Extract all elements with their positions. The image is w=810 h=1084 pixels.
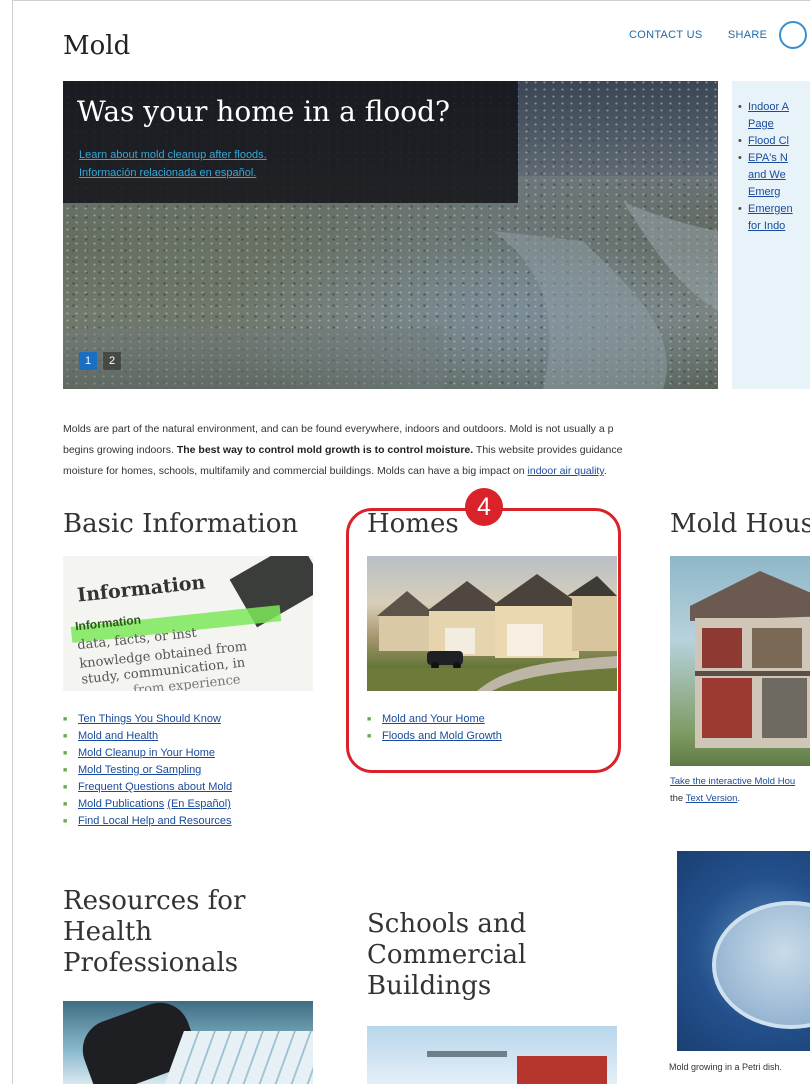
top-links: CONTACT US SHARE	[629, 21, 807, 49]
heading-line: Health	[63, 917, 153, 947]
mold-house-heading: Mold Hous	[670, 509, 810, 539]
related-link[interactable]: EPA's N and We Emerg	[738, 150, 808, 201]
related-link[interactable]: Indoor A Page	[738, 99, 808, 133]
list-item: Mold Cleanup in Your Home	[63, 745, 323, 762]
caption-text: the	[670, 793, 686, 804]
en-espanol-link[interactable]: (En Español)	[167, 798, 231, 810]
basic-information-heading: Basic Information	[63, 509, 299, 539]
share-icon[interactable]	[778, 21, 807, 49]
intro-line: begins growing indoors. The best way to …	[63, 440, 810, 461]
related-link[interactable]: Emergen for Indo	[738, 201, 808, 235]
heading-line: Professionals	[63, 948, 239, 978]
pager-button-1[interactable]: 1	[79, 352, 97, 370]
find-local-help-link[interactable]: Find Local Help and Resources	[78, 815, 231, 827]
list-item: Mold and Health	[63, 728, 323, 745]
heading-line: Buildings	[367, 971, 492, 1001]
list-item: Ten Things You Should Know	[63, 711, 323, 728]
petri-dish-image	[677, 851, 810, 1051]
caption-text: .	[737, 793, 741, 804]
carousel-pager: 12	[79, 351, 127, 370]
text-version-link[interactable]: Text Version	[686, 793, 738, 804]
share-link[interactable]: SHARE	[728, 29, 767, 41]
indoor-air-quality-link[interactable]: indoor air quality	[528, 465, 604, 477]
hero-caption-panel: Was your home in a flood? Learn about mo…	[63, 81, 518, 203]
intro-text: moisture for homes, schools, multifamily…	[63, 465, 528, 477]
mold-house-caption: Take the interactive Mold Hou the Text V…	[670, 776, 810, 804]
schools-heading: Schools and Commercial Buildings	[367, 909, 526, 1002]
related-links-box: Indoor A Page Flood Cl EPA's N and We Em…	[732, 81, 810, 389]
list-item: Mold Publications (En Español)	[63, 796, 323, 813]
petri-caption: Mold growing in a Petri dish.	[669, 1062, 783, 1072]
contact-us-link[interactable]: CONTACT US	[629, 29, 703, 41]
keyboard-keys	[162, 1031, 313, 1084]
intro-line: moisture for homes, schools, multifamily…	[63, 461, 810, 482]
caption-line: the Text Version.	[670, 793, 810, 804]
related-link[interactable]: Flood Cl	[738, 133, 808, 150]
highlight-callout	[346, 508, 621, 773]
heading-line: Commercial	[367, 940, 527, 970]
school-structure	[427, 1051, 507, 1057]
heading-line: Resources for	[63, 886, 246, 916]
mold-house-image	[670, 556, 810, 766]
mold-testing-link[interactable]: Mold Testing or Sampling	[78, 764, 201, 776]
petri-dish	[712, 901, 810, 1029]
hero-title: Was your home in a flood?	[77, 95, 451, 128]
mold-publications-link[interactable]: Mold Publications	[78, 798, 164, 810]
information-image: Information Information data, facts, or …	[63, 556, 313, 691]
intro-text: .	[603, 465, 607, 477]
mold-health-link[interactable]: Mold and Health	[78, 730, 158, 742]
related-links-list: Indoor A Page Flood Cl EPA's N and We Em…	[732, 99, 810, 235]
frequent-questions-link[interactable]: Frequent Questions about Mold	[78, 781, 232, 793]
intro-text: begins growing indoors.	[63, 444, 177, 456]
intro-paragraph: Molds are part of the natural environmen…	[63, 419, 810, 482]
information-image-word: Information	[76, 571, 207, 607]
mold-cleanup-link[interactable]: Mold Cleanup in Your Home	[78, 747, 215, 759]
step-badge: 4	[465, 488, 503, 526]
list-item: Find Local Help and Resources	[63, 813, 323, 830]
keyboard-image	[63, 1001, 313, 1084]
school-roof	[517, 1056, 607, 1084]
hero-link-spanish[interactable]: Información relacionada en español.	[79, 167, 256, 179]
school-building-image	[367, 1026, 617, 1084]
resources-heading: Resources for Health Professionals	[63, 886, 245, 979]
intro-line: Molds are part of the natural environmen…	[63, 423, 614, 435]
page-frame: Mold CONTACT US SHARE Was your home in a…	[12, 0, 810, 1084]
basic-information-links: Ten Things You Should Know Mold and Heal…	[63, 711, 323, 830]
intro-emphasis: The best way to control mold growth is t…	[176, 444, 474, 456]
pager-button-2[interactable]: 2	[103, 352, 121, 370]
hero-carousel: Was your home in a flood? Learn about mo…	[63, 81, 718, 389]
list-item: Frequent Questions about Mold	[63, 779, 323, 796]
hero-link-floods[interactable]: Learn about mold cleanup after floods.	[79, 149, 267, 161]
intro-text: This website provides guidance	[473, 444, 623, 456]
heading-line: Schools and	[367, 909, 527, 939]
ten-things-link[interactable]: Ten Things You Should Know	[78, 713, 221, 725]
list-item: Mold Testing or Sampling	[63, 762, 323, 779]
interactive-mold-house-link[interactable]: Take the interactive Mold Hou	[670, 776, 810, 787]
page-title: Mold	[63, 31, 131, 61]
house-cutaway-illustration	[690, 571, 810, 748]
